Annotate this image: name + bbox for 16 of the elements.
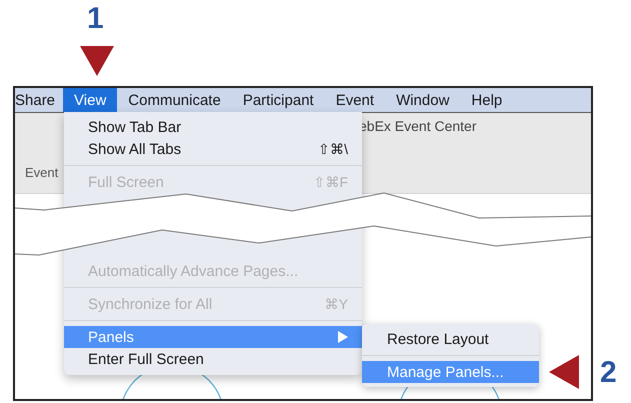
menu-item[interactable]: Show All Tabs ⇧⌘\ <box>64 138 362 160</box>
menu-item[interactable]: Show Tab Bar <box>64 116 362 138</box>
step-number: 2 <box>600 358 617 388</box>
step-number: 1 <box>87 4 104 34</box>
menu-bar-item[interactable]: Share <box>15 88 64 112</box>
menu-item[interactable]: Enter Full Screen <box>64 348 362 370</box>
tab[interactable]: Event <box>25 165 58 180</box>
menu-bar-item[interactable]: View <box>63 88 118 112</box>
menu-bar-item[interactable]: Participant <box>232 88 325 112</box>
menu-bar-item[interactable]: Communicate <box>117 88 232 112</box>
menu-bar-item[interactable]: Help <box>460 88 514 112</box>
pointer-arrow-icon <box>80 46 114 76</box>
menu-bar-item[interactable]: Event <box>324 88 386 112</box>
menu-item[interactable]: Restore Layout <box>362 328 539 350</box>
pointer-arrow-icon <box>549 355 579 389</box>
menu-bar-item[interactable]: Window <box>385 88 460 112</box>
